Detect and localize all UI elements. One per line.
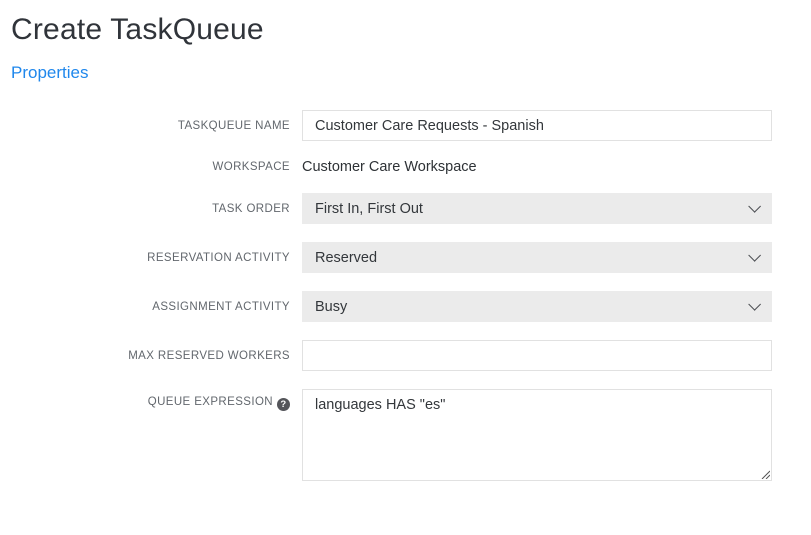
workspace-value: Customer Care Workspace: [302, 159, 772, 175]
task-order-label: TASK ORDER: [11, 203, 290, 215]
workspace-label: WORKSPACE: [11, 161, 290, 173]
queue-expression-label: QUEUE EXPRESSION?: [11, 389, 290, 411]
properties-section-heading: Properties: [11, 63, 811, 83]
reservation-activity-select[interactable]: Reserved: [302, 242, 772, 273]
workspace-row: WORKSPACE Customer Care Workspace: [11, 159, 811, 175]
assignment-activity-selected-value: Busy: [315, 299, 347, 315]
page-title: Create TaskQueue: [11, 14, 811, 46]
chevron-down-icon: [748, 298, 761, 311]
reservation-activity-row: RESERVATION ACTIVITY Reserved: [11, 242, 811, 273]
task-order-row: TASK ORDER First In, First Out: [11, 193, 811, 224]
taskqueue-form: TASKQUEUE NAME WORKSPACE Customer Care W…: [11, 110, 811, 481]
queue-expression-textarea[interactable]: languages HAS "es": [302, 389, 772, 481]
taskqueue-name-label: TASKQUEUE NAME: [11, 120, 290, 132]
task-order-selected-value: First In, First Out: [315, 201, 423, 217]
question-mark-circle-icon[interactable]: ?: [277, 398, 290, 411]
max-reserved-workers-row: MAX RESERVED WORKERS: [11, 340, 811, 371]
assignment-activity-label: ASSIGNMENT ACTIVITY: [11, 301, 290, 313]
create-taskqueue-page: Create TaskQueue Properties TASKQUEUE NA…: [0, 0, 811, 481]
chevron-down-icon: [748, 200, 761, 213]
max-reserved-workers-label: MAX RESERVED WORKERS: [11, 350, 290, 362]
taskqueue-name-row: TASKQUEUE NAME: [11, 110, 811, 141]
task-order-select[interactable]: First In, First Out: [302, 193, 772, 224]
queue-expression-row: QUEUE EXPRESSION? languages HAS "es": [11, 389, 811, 481]
queue-expression-label-text: QUEUE EXPRESSION: [148, 396, 273, 408]
chevron-down-icon: [748, 249, 761, 262]
max-reserved-workers-input[interactable]: [302, 340, 772, 371]
taskqueue-name-input[interactable]: [302, 110, 772, 141]
reservation-activity-selected-value: Reserved: [315, 250, 377, 266]
assignment-activity-row: ASSIGNMENT ACTIVITY Busy: [11, 291, 811, 322]
assignment-activity-select[interactable]: Busy: [302, 291, 772, 322]
reservation-activity-label: RESERVATION ACTIVITY: [11, 252, 290, 264]
